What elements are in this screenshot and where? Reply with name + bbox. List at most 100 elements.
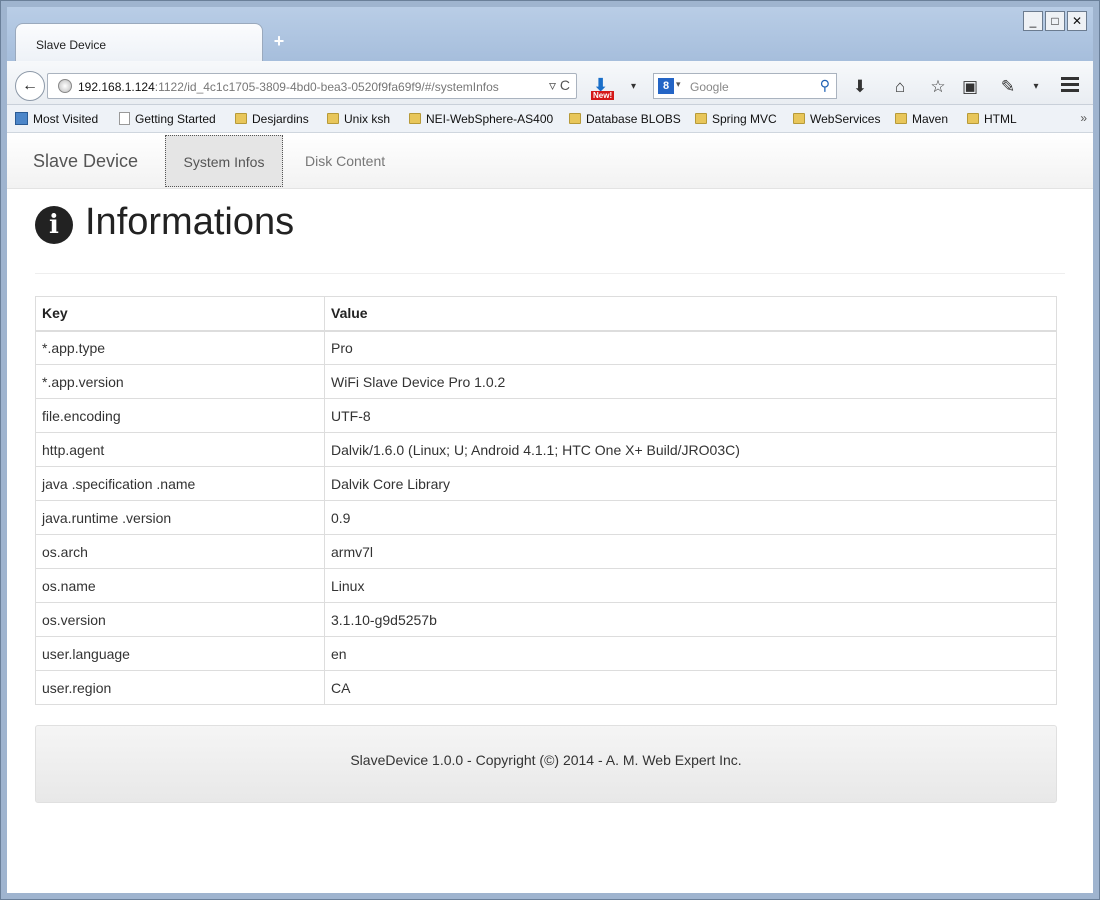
table-row: file.encoding UTF-8 (35, 398, 1057, 433)
clipboard-icon[interactable]: ▣ (959, 77, 981, 97)
search-engine-icon[interactable]: 8 (658, 78, 674, 94)
bookmark-label: Spring MVC (712, 112, 777, 126)
cell-value: Pro (324, 330, 1057, 365)
hamburger-menu-icon[interactable] (1061, 77, 1079, 95)
cell-value: CA (324, 670, 1057, 705)
folder-icon (967, 113, 979, 124)
page-title: Informations (85, 201, 295, 243)
table-row: java .specification .name Dalvik Core Lib… (35, 466, 1057, 501)
bookmark-getting-started[interactable]: Getting Started (119, 112, 216, 126)
bookmark-label: Database BLOBS (586, 112, 681, 126)
reload-icon[interactable]: ▿ C (549, 77, 570, 94)
maximize-icon[interactable]: □ (1045, 11, 1065, 31)
browser-tab-title: Slave Device (36, 38, 107, 52)
folder-icon (793, 113, 805, 124)
browser-frame: Slave Device + _ □ ✕ ← 192.168.1.124:112… (7, 7, 1093, 893)
folder-icon (235, 113, 247, 124)
search-engine-caret-icon[interactable]: ▾ (676, 79, 681, 90)
addon-icon[interactable]: ✎ (997, 77, 1019, 97)
bookmark-desjardins[interactable]: Desjardins (235, 112, 309, 126)
folder-icon (327, 113, 339, 124)
cell-value: en (324, 636, 1057, 671)
cell-value: WiFi Slave Device Pro 1.0.2 (324, 364, 1057, 399)
heading-divider (35, 273, 1065, 274)
bookmark-database-blobs[interactable]: Database BLOBS (569, 112, 681, 126)
home-icon[interactable]: ⌂ (889, 77, 911, 97)
cell-key: os.version (35, 602, 325, 637)
cell-key: file.encoding (35, 398, 325, 433)
url-host: 192.168.1.124 (78, 80, 155, 94)
bookmark-label: Unix ksh (344, 112, 391, 126)
page-content: Slave Device System Infos Disk Content i… (7, 133, 1093, 893)
table-row: user.language en (35, 636, 1057, 671)
minimize-icon[interactable]: _ (1023, 11, 1043, 31)
downloads-icon[interactable]: ⬇ (849, 77, 871, 97)
back-button[interactable]: ← (15, 71, 45, 101)
cell-key: *.app.version (35, 364, 325, 399)
app-navbar: Slave Device System Infos Disk Content (7, 133, 1093, 189)
bookmark-spring-mvc[interactable]: Spring MVC (695, 112, 777, 126)
bookmark-maven[interactable]: Maven (895, 112, 948, 126)
globe-icon (58, 79, 72, 93)
bookmark-label: Getting Started (135, 112, 216, 126)
folder-icon (695, 113, 707, 124)
column-header-key: Key (35, 296, 325, 332)
new-tab-icon[interactable]: + (269, 31, 289, 51)
cell-key: http.agent (35, 432, 325, 467)
cell-key: os.arch (35, 534, 325, 569)
tab-disk-content[interactable]: Disk Content (291, 135, 399, 187)
close-icon[interactable]: ✕ (1067, 11, 1087, 31)
bookmark-label: Maven (912, 112, 949, 126)
bookmark-label: Most Visited (33, 112, 99, 126)
browser-window: Slave Device + _ □ ✕ ← 192.168.1.124:112… (0, 0, 1100, 900)
tab-strip: Slave Device + _ □ ✕ (7, 7, 1093, 61)
table-row: java.runtime .version 0.9 (35, 500, 1057, 535)
table-row: user.region CA (35, 670, 1057, 705)
new-badge: New! (591, 91, 615, 100)
cell-value: 3.1.10-g9d5257b (324, 602, 1057, 637)
info-icon: i (35, 206, 73, 244)
bookmark-label: WebServices (810, 112, 881, 126)
app-brand[interactable]: Slave Device (33, 151, 138, 172)
tab-system-infos[interactable]: System Infos (165, 135, 283, 187)
table-row: *.app.type Pro (35, 330, 1057, 365)
search-placeholder: Google (690, 80, 729, 94)
page-footer: SlaveDevice 1.0.0 - Copyright (©) 2014 -… (35, 725, 1057, 803)
navigation-toolbar: ← 192.168.1.124:1122/id_4c1c1705-3809-4b… (7, 61, 1093, 105)
cell-value: Dalvik/1.6.0 (Linux; U; Android 4.1.1; H… (324, 432, 1057, 467)
search-icon[interactable]: ⚲ (820, 77, 830, 94)
chevron-down-icon[interactable]: ▾ (631, 81, 636, 92)
url-path: :1122/id_4c1c1705-3809-4bd0-bea3-0520f9f… (154, 80, 499, 94)
cell-value: 0.9 (324, 500, 1057, 535)
cell-value: Dalvik Core Library (324, 466, 1057, 501)
most-visited-icon (15, 112, 28, 125)
cell-value: UTF-8 (324, 398, 1057, 433)
table-row: os.arch armv7l (35, 534, 1057, 569)
folder-icon (409, 113, 421, 124)
column-header-value: Value (324, 296, 1057, 332)
cell-key: os.name (35, 568, 325, 603)
bookmark-star-icon[interactable]: ☆ (927, 77, 949, 97)
bookmark-html[interactable]: HTML (967, 112, 1017, 126)
cell-key: *.app.type (35, 330, 325, 365)
search-input[interactable]: 8 ▾ Google ⚲ (653, 73, 837, 99)
table-row: os.name Linux (35, 568, 1057, 603)
cell-value: armv7l (324, 534, 1057, 569)
bookmark-unix-ksh[interactable]: Unix ksh (327, 112, 390, 126)
bookmark-label: HTML (984, 112, 1017, 126)
bookmark-nei-websphere[interactable]: NEI-WebSphere-AS400 (409, 112, 553, 126)
table-header-row: Key Value (35, 296, 1057, 332)
folder-icon (569, 113, 581, 124)
cell-key: java.runtime .version (35, 500, 325, 535)
table-row: *.app.version WiFi Slave Device Pro 1.0.2 (35, 364, 1057, 399)
bookmark-most-visited[interactable]: Most Visited (15, 112, 98, 126)
cell-key: user.region (35, 670, 325, 705)
bookmark-webservices[interactable]: WebServices (793, 112, 880, 126)
bookmarks-overflow-icon[interactable]: » (1080, 111, 1087, 125)
bookmark-label: Desjardins (252, 112, 309, 126)
footer-copyright: SlaveDevice 1.0.0 - Copyright (©) 2014 -… (350, 752, 742, 768)
bookmark-label: NEI-WebSphere-AS400 (426, 112, 554, 126)
url-bar[interactable]: 192.168.1.124:1122/id_4c1c1705-3809-4bd0… (47, 73, 577, 99)
addon-chevron-down-icon[interactable]: ▾ (1025, 81, 1047, 92)
browser-tab[interactable]: Slave Device (15, 23, 263, 61)
